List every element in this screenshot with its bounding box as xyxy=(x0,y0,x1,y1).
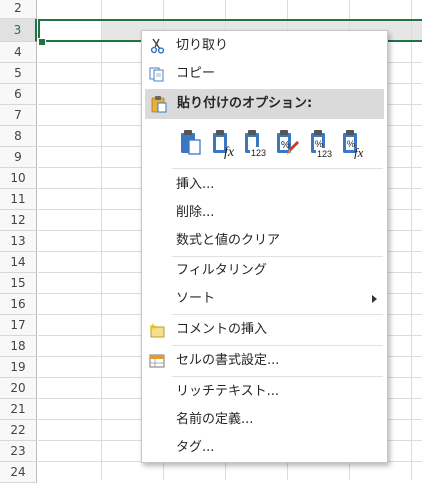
row-header-active[interactable]: 3 xyxy=(0,19,37,42)
menu-item-label: タグ... xyxy=(176,440,215,455)
submenu-arrow-icon xyxy=(372,295,377,303)
paste-icon[interactable] xyxy=(179,129,205,159)
row-header[interactable]: 22 xyxy=(0,420,37,441)
svg-text:%: % xyxy=(281,140,290,151)
row-header[interactable]: 20 xyxy=(0,378,37,399)
row-header[interactable]: 4 xyxy=(0,42,37,63)
fill-handle[interactable] xyxy=(38,38,46,46)
paste-values-icon[interactable]: 123 xyxy=(243,129,269,159)
column-gridline xyxy=(101,0,102,480)
row-header[interactable]: 8 xyxy=(0,126,37,147)
menu-item-define-name[interactable]: 名前の定義... xyxy=(144,406,385,434)
svg-text:fx: fx xyxy=(224,145,235,159)
scissors-icon xyxy=(150,38,165,54)
menu-item-rich-text[interactable]: リッチテキスト... xyxy=(144,378,385,406)
menu-item-label: リッチテキスト... xyxy=(176,384,280,399)
menu-item-label: 名前の定義... xyxy=(176,412,254,427)
paste-options-header: 貼り付けのオプション: xyxy=(145,89,384,119)
menu-item-label: 切り取り xyxy=(176,38,229,53)
comment-icon xyxy=(149,322,165,338)
menu-separator xyxy=(172,168,383,169)
menu-item-insert[interactable]: 挿入... xyxy=(144,171,385,199)
clipboard-icon xyxy=(151,96,167,113)
menu-item-delete[interactable]: 削除... xyxy=(144,199,385,227)
row-header[interactable]: 16 xyxy=(0,294,37,315)
menu-item-label: 数式と値のクリア xyxy=(176,233,281,248)
row-header[interactable]: 19 xyxy=(0,357,37,378)
row-header[interactable]: 23 xyxy=(0,441,37,462)
menu-item-label: 挿入... xyxy=(176,177,215,192)
svg-text:fx: fx xyxy=(354,145,364,159)
menu-item-label: フィルタリング xyxy=(176,263,267,278)
row-header[interactable]: 9 xyxy=(0,147,37,168)
row-header[interactable]: 11 xyxy=(0,189,37,210)
row-header[interactable]: 10 xyxy=(0,168,37,189)
menu-item-label: コピー xyxy=(176,66,216,81)
menu-item-format-cells[interactable]: セルの書式設定... xyxy=(144,347,385,375)
row-header[interactable]: 14 xyxy=(0,252,37,273)
paste-options-label: 貼り付けのオプション: xyxy=(177,96,313,111)
row-header[interactable]: 12 xyxy=(0,210,37,231)
menu-item-label: ソート xyxy=(176,291,216,306)
paste-formulas-icon[interactable]: fx xyxy=(211,129,237,159)
menu-item-label: コメントの挿入 xyxy=(176,322,268,337)
row-header[interactable]: 17 xyxy=(0,315,37,336)
menu-separator xyxy=(172,345,383,346)
menu-item-sort[interactable]: ソート xyxy=(144,285,385,313)
paste-formulas-number-format-icon[interactable]: % fx xyxy=(341,129,367,159)
row-header[interactable]: 13 xyxy=(0,231,37,252)
row-header[interactable]: 18 xyxy=(0,336,37,357)
menu-item-cut[interactable]: 切り取り xyxy=(144,32,385,60)
svg-text:123: 123 xyxy=(317,149,332,159)
copy-icon xyxy=(149,67,164,82)
menu-separator xyxy=(172,376,383,377)
row-header[interactable]: 21 xyxy=(0,399,37,420)
menu-item-label: 削除... xyxy=(176,205,215,220)
column-gridline xyxy=(411,0,412,480)
menu-item-tag[interactable]: タグ... xyxy=(144,434,385,462)
svg-text:%: % xyxy=(315,139,323,149)
row-header[interactable]: 15 xyxy=(0,273,37,294)
menu-item-insert-comment[interactable]: コメントの挿入 xyxy=(144,316,385,344)
row-header[interactable]: 7 xyxy=(0,105,37,126)
row-header[interactable]: 2 xyxy=(0,0,37,19)
menu-item-filter[interactable]: フィルタリング xyxy=(144,257,385,285)
row-header[interactable]: 6 xyxy=(0,84,37,105)
paste-formatting-icon[interactable]: % xyxy=(275,129,301,159)
row-header[interactable]: 5 xyxy=(0,63,37,84)
menu-item-label: セルの書式設定... xyxy=(176,353,280,368)
paste-values-number-format-icon[interactable]: % 123 xyxy=(309,129,335,159)
menu-separator xyxy=(172,314,383,315)
svg-text:123: 123 xyxy=(251,148,266,158)
context-menu: 切り取り コピー 貼り付けのオプション: fx 123 % % 123 % fx… xyxy=(141,30,388,463)
menu-item-copy[interactable]: コピー xyxy=(144,60,385,88)
menu-item-clear-contents[interactable]: 数式と値のクリア xyxy=(144,227,385,255)
format-cells-icon xyxy=(149,354,165,368)
